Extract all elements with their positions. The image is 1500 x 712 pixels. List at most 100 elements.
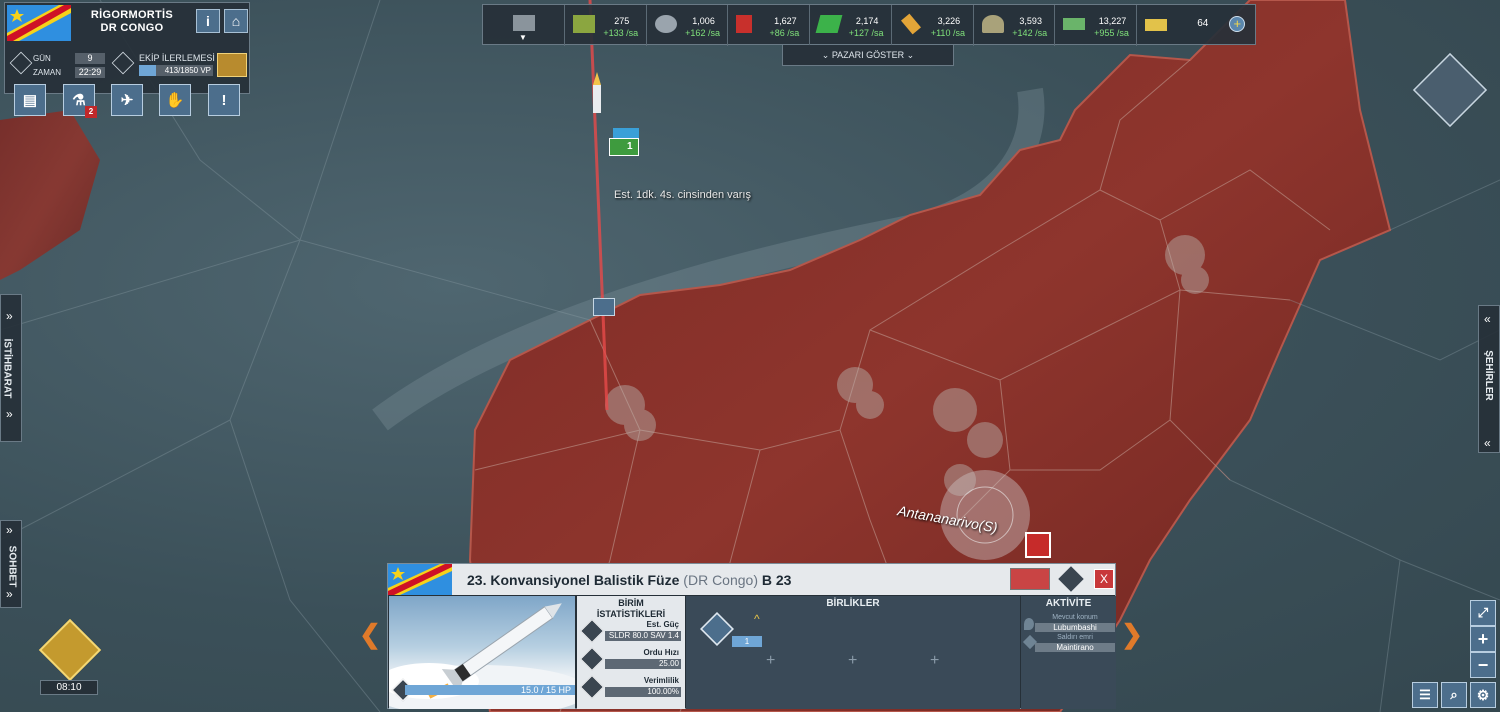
- research-badge: 2: [85, 106, 97, 118]
- team-progress-value: 413/1850 VP: [164, 66, 211, 75]
- newspaper-button[interactable]: ▤: [14, 84, 46, 116]
- missile-sprite: [593, 85, 601, 113]
- electronics-chip-icon: [815, 15, 843, 33]
- resource-amount: 3,226: [937, 16, 961, 26]
- launch-eta-label: Est. 1dk. 4s. cinsinden varış: [614, 189, 751, 201]
- enemy-flag-icon[interactable]: [1010, 568, 1050, 590]
- stat-label: Est. Güç: [646, 620, 679, 629]
- unit-stack-count: 1: [627, 141, 633, 152]
- resource-rate: +133 /sa: [603, 28, 639, 38]
- resource-amount: 1,627: [774, 16, 797, 26]
- stat-value: 100.00%: [605, 687, 681, 697]
- gold-amount: 64: [1197, 18, 1209, 29]
- chevron-right-icon: »: [6, 309, 13, 323]
- cities-tab-label: ŞEHİRLER: [1482, 350, 1494, 401]
- resource-supplies[interactable]: 275 +133 /sa: [565, 5, 647, 46]
- home-button[interactable]: ⌂: [224, 9, 248, 33]
- intel-tab-label: İSTİHBARAT: [1, 338, 13, 399]
- gold-timer: 08:10: [40, 680, 98, 695]
- location-pin-icon: [1024, 618, 1034, 630]
- resource-electronics[interactable]: 2,174 +127 /sa: [810, 5, 892, 46]
- resource-amount: 13,227: [1098, 16, 1127, 26]
- show-market-button[interactable]: ⌄ PAZARI GÖSTER ⌄: [782, 45, 954, 66]
- launch-site-icon[interactable]: [593, 298, 615, 316]
- home-icon: ⌂: [231, 13, 241, 29]
- trophy-icon: [111, 51, 135, 75]
- empty-slot-plus-icon[interactable]: +: [766, 652, 775, 670]
- resource-rate: +110 /sa: [930, 28, 965, 38]
- clock-icon: [9, 51, 33, 75]
- manpower-helmet-icon: [981, 15, 1004, 33]
- cities-tab[interactable]: « ŞEHİRLER «: [1478, 305, 1500, 453]
- laurel-rank-icon[interactable]: [217, 53, 247, 77]
- chat-tab-label: SOHBET: [6, 545, 18, 588]
- search-button[interactable]: ⌕: [1441, 682, 1467, 708]
- units-panel: BİRLİKLER 1 ^ + + +: [686, 596, 1020, 709]
- chat-tab[interactable]: » SOHBET »: [0, 520, 22, 608]
- speed-icon: [580, 647, 604, 671]
- diplomacy-button[interactable]: ✈: [111, 84, 143, 116]
- fullscreen-button[interactable]: ⤢: [1470, 600, 1496, 626]
- handshake-button[interactable]: ✋: [159, 84, 191, 116]
- add-gold-button[interactable]: +: [1229, 16, 1246, 32]
- move-unit-icon[interactable]: [1058, 566, 1084, 592]
- info-button[interactable]: i: [196, 9, 220, 33]
- resource-rare-materials[interactable]: 3,226 +110 /sa: [892, 5, 974, 46]
- zoom-in-button[interactable]: +: [1470, 626, 1496, 652]
- resource-amount: 1,006: [692, 16, 715, 26]
- province-dropdown[interactable]: ▼: [483, 5, 565, 46]
- team-progress-bar: 413/1850 VP: [139, 65, 213, 76]
- resource-amount: 275: [614, 16, 630, 26]
- resource-gold[interactable]: 64 +: [1137, 5, 1255, 46]
- gold-shop-button[interactable]: 08:10: [36, 618, 102, 698]
- fuel-can-icon: [736, 15, 753, 33]
- resource-manpower[interactable]: 3,593 +142 /sa: [974, 5, 1056, 46]
- unit-nation: (DR Congo): [683, 572, 758, 588]
- next-unit-button[interactable]: ❯: [1116, 617, 1148, 653]
- chevron-right-icon: »: [6, 523, 13, 537]
- resource-amount: 2,174: [855, 16, 879, 26]
- alert-button[interactable]: !: [208, 84, 240, 116]
- current-location-value[interactable]: Lubumbashi: [1035, 623, 1115, 632]
- player-panel: RİGORMORTİS DR CONGO i ⌂ GÜN 9 ZAMAN 22:…: [4, 2, 250, 94]
- unit-stack-marker[interactable]: 1: [607, 128, 641, 158]
- unit-image: 15.0 / 15 HP: [389, 596, 575, 709]
- west-territory: [0, 110, 100, 280]
- intel-tab[interactable]: » İSTİHBARAT »: [0, 294, 22, 442]
- missile-unit-icon: [700, 612, 734, 646]
- zoom-out-button[interactable]: −: [1470, 652, 1496, 678]
- close-panel-button[interactable]: X: [1094, 569, 1114, 589]
- resource-amount: 3,593: [1019, 16, 1042, 26]
- chevron-down-icon: ⌄: [904, 50, 915, 60]
- time-value: 22:29: [75, 67, 105, 78]
- stat-value: 25.00: [605, 659, 681, 669]
- efficiency-icon: [580, 675, 604, 699]
- empty-slot-plus-icon[interactable]: +: [930, 652, 939, 670]
- settings-button[interactable]: ⚙: [1470, 682, 1496, 708]
- activity-title: AKTİVİTE: [1045, 598, 1092, 609]
- resource-money[interactable]: 13,227 +955 /sa: [1055, 5, 1138, 46]
- unit-slot[interactable]: 1 ^: [698, 610, 762, 650]
- time-label: ZAMAN: [33, 68, 61, 77]
- unit-stats-panel: BİRİM İSTATİSTİKLERİ Est. Güç SLDR 80.0 …: [577, 596, 685, 709]
- plus-icon: +: [1477, 628, 1489, 649]
- resource-rate: +127 /sa: [848, 28, 884, 38]
- microscope-icon: ⚗: [72, 92, 86, 109]
- resource-components[interactable]: 1,006 +162 /sa: [647, 5, 729, 46]
- resource-rate: +955 /sa: [1094, 28, 1129, 38]
- strength-icon: [580, 619, 604, 643]
- resource-fuel[interactable]: 1,627 +86 /sa: [728, 5, 811, 46]
- player-name: RİGORMORTİS: [90, 9, 174, 21]
- gold-bars-icon: [1145, 19, 1168, 31]
- city-resource-icon[interactable]: [1025, 532, 1051, 558]
- database-button[interactable]: ☰: [1412, 682, 1438, 708]
- research-button[interactable]: ⚗ 2: [63, 84, 97, 118]
- unit-slot-count-bar: 1: [732, 636, 762, 647]
- minus-icon: −: [1477, 654, 1489, 675]
- empty-slot-plus-icon[interactable]: +: [848, 652, 857, 670]
- attack-order-value[interactable]: Maintirano: [1035, 643, 1115, 652]
- current-location-label: Mevcut konum: [1052, 614, 1098, 621]
- previous-unit-button[interactable]: ❮: [354, 617, 386, 653]
- resource-rate: +162 /sa: [685, 28, 720, 38]
- building-icon: [513, 15, 535, 31]
